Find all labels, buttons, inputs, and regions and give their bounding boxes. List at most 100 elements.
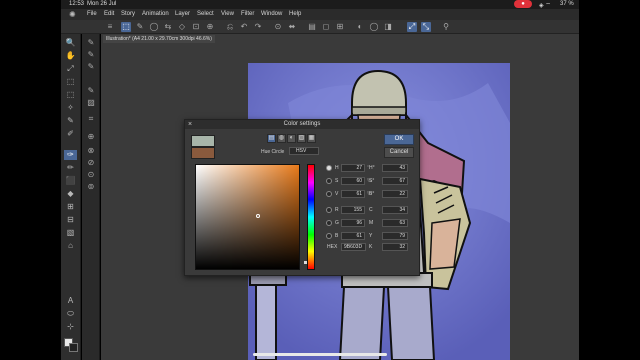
h-radio[interactable] [326,165,332,171]
selection-area-icon[interactable]: ⬚ [64,90,77,100]
color-picker-cursor[interactable] [256,214,260,218]
h2-input[interactable]: 43 [382,164,408,172]
menu-animation[interactable]: Animation [142,11,169,17]
ring-icon[interactable]: ◯ [369,22,379,32]
circle-icon[interactable]: ◯ [149,22,159,32]
b2-input[interactable]: 22 [382,190,408,198]
h-input[interactable]: 27 [341,164,365,172]
decoration-icon[interactable]: ⬛ [64,176,77,186]
v-radio[interactable] [326,191,332,197]
pen-tool-icon[interactable]: ✐ [64,129,77,139]
g-input[interactable]: 96 [341,219,365,227]
subtool-10-icon[interactable]: ⊙ [85,170,97,180]
frame-icon[interactable]: ⊡ [191,22,201,32]
screen-record-indicator[interactable]: ● [514,0,532,8]
mode-wheel-icon[interactable]: ◐ [287,134,296,143]
operation-icon[interactable]: ⬚ [64,77,77,87]
menu-layer[interactable]: Layer [175,11,190,17]
selection-icon[interactable]: ◻ [321,22,331,32]
airbrush-icon[interactable]: ✏ [64,163,77,173]
correction-icon[interactable]: ⊹ [64,322,77,332]
gradient-icon[interactable]: ▧ [64,228,77,238]
subtool-2-icon[interactable]: ✎ [85,50,97,60]
hue-slider[interactable] [307,164,315,270]
c-input[interactable]: 34 [382,206,408,214]
expand-icon[interactable]: ⤢ [407,22,417,32]
subtool-9-icon[interactable]: ⊘ [85,158,97,168]
mode-set-icon[interactable]: ▨ [297,134,306,143]
move-icon[interactable]: ⤢ [64,64,77,74]
clip-studio-logo-icon[interactable]: ✺ [69,10,78,19]
subtool-11-icon[interactable]: ⊚ [85,182,97,192]
layer-icon[interactable]: ▤ [307,22,317,32]
menu-view[interactable]: View [221,11,234,17]
g-radio[interactable] [326,220,332,226]
y-input[interactable]: 79 [382,232,408,240]
home-indicator[interactable] [253,353,387,356]
brush-icon[interactable]: ✑ [64,150,77,160]
menu-file[interactable]: File [87,11,97,17]
pen-icon[interactable]: ✎ [135,22,145,32]
menu-story[interactable]: Story [121,11,135,17]
figure-icon[interactable]: ⌂ [64,241,77,251]
balloon-icon[interactable]: ⬭ [64,309,77,319]
hand-icon[interactable]: ✋ [64,51,77,61]
menu-edit[interactable]: Edit [104,11,114,17]
mode-grid-icon[interactable]: ▦ [307,134,316,143]
grid-icon[interactable]: ⊞ [335,22,345,32]
hue-slider-handle[interactable] [304,261,307,264]
subtool-1-icon[interactable]: ✎ [85,38,97,48]
r-radio[interactable] [326,207,332,213]
eyedropper-icon[interactable]: ✎ [64,116,77,126]
search-icon[interactable]: ⚲ [441,22,451,32]
subtool-3-icon[interactable]: ✎ [85,62,97,72]
auto-select-icon[interactable]: ✧ [64,103,77,113]
color-swatches[interactable] [64,338,78,352]
swap-icon[interactable]: ⇆ [163,22,173,32]
panel-icon[interactable]: ◨ [383,22,393,32]
menu-filter[interactable]: Filter [241,11,254,17]
diamond-icon[interactable]: ◇ [177,22,187,32]
menu-window[interactable]: Window [261,11,282,17]
v-input[interactable]: 61 [341,190,365,198]
b-input[interactable]: 61 [341,232,365,240]
m-input[interactable]: 63 [382,219,408,227]
subtool-5-icon[interactable]: ▨ [85,98,97,108]
blend-icon[interactable]: ⊞ [64,202,77,212]
shrink-icon[interactable]: ⤡ [421,22,431,32]
mode-circle-icon[interactable]: ◍ [277,134,286,143]
fill-icon[interactable]: ⊟ [64,215,77,225]
brush-tool-icon[interactable]: ⬚ [121,22,131,32]
target-icon[interactable]: ⊙ [273,22,283,32]
sub-color-swatch[interactable] [69,343,78,352]
transform-icon[interactable]: ⬌ [287,22,297,32]
text-icon[interactable]: A [64,296,77,306]
mode-slider-icon[interactable]: ▤ [267,134,276,143]
subtool-6-icon[interactable]: ⌗ [85,114,97,124]
cancel-button[interactable]: Cancel [384,147,414,158]
redo-icon[interactable]: ↷ [253,22,263,32]
s-radio[interactable] [326,178,332,184]
close-icon[interactable]: × [188,120,192,129]
subtool-4-icon[interactable]: ✎ [85,86,97,96]
hue-circle-select[interactable]: HSV [289,147,319,155]
contrast-icon[interactable]: ◐ [355,22,365,32]
menu-help[interactable]: Help [289,11,301,17]
eraser-icon[interactable]: ◆ [64,189,77,199]
zoom-icon[interactable]: 🔍 [64,38,77,48]
hex-input[interactable]: 9B603D [341,243,366,251]
undo-icon[interactable]: ↶ [239,22,249,32]
subtool-7-icon[interactable]: ⊕ [85,132,97,142]
add-icon[interactable]: ⊕ [205,22,215,32]
k-input[interactable]: 32 [382,243,408,251]
subtool-8-icon[interactable]: ⊗ [85,146,97,156]
menu-select[interactable]: Select [197,11,214,17]
b-radio[interactable] [326,233,332,239]
r-input[interactable]: 155 [341,206,365,214]
s-input[interactable]: 60 [341,177,365,185]
document-tab[interactable]: Illustration* (A4 21.00 x 29.70cm 300dpi… [103,35,215,43]
ok-button[interactable]: OK [384,134,414,145]
save-icon[interactable]: ⎌ [225,22,235,32]
menu-icon[interactable]: ≡ [105,22,115,32]
s2-input[interactable]: 67 [382,177,408,185]
